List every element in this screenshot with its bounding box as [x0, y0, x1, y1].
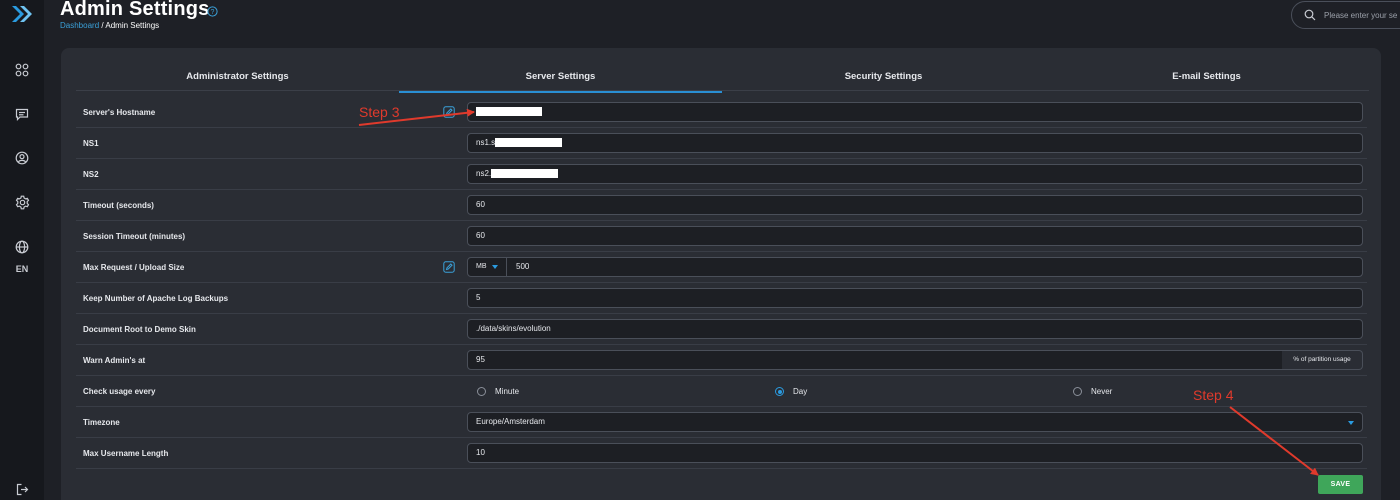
- setting-row-timezone: Timezone Europe/Amsterdam: [76, 407, 1367, 438]
- timezone-select[interactable]: Europe/Amsterdam: [467, 412, 1363, 432]
- chevron-down-icon: [1348, 421, 1354, 425]
- radio-circle-icon: [1073, 387, 1082, 396]
- message-icon[interactable]: [12, 104, 32, 124]
- logo-icon[interactable]: [10, 4, 34, 24]
- setting-row-ns2: NS2 ns2.: [76, 159, 1367, 190]
- setting-row-timeout: Timeout (seconds) 60: [76, 190, 1367, 221]
- settings-card: Administrator Settings Server Settings S…: [61, 48, 1381, 500]
- ns1-label: NS1: [83, 139, 99, 148]
- radio-selected-icon: [775, 387, 784, 396]
- logout-icon[interactable]: [12, 479, 32, 499]
- setting-row-max-upload: Max Request / Upload Size MB 500: [76, 252, 1367, 283]
- upload-unit-select[interactable]: MB: [467, 257, 507, 277]
- gear-icon[interactable]: [12, 192, 32, 212]
- help-icon[interactable]: ?: [207, 6, 218, 17]
- ns2-input[interactable]: ns2.: [467, 164, 1363, 184]
- hostname-input[interactable]: [467, 102, 1363, 122]
- apache-backups-input[interactable]: 5: [467, 288, 1363, 308]
- redacted-block: [495, 138, 563, 148]
- setting-row-apache-backups: Keep Number of Apache Log Backups 5: [76, 283, 1367, 314]
- ns2-label: NS2: [83, 170, 99, 179]
- radio-never-label: Never: [1091, 387, 1113, 396]
- language-label[interactable]: EN: [0, 264, 44, 274]
- setting-row-max-username: Max Username Length 10: [76, 438, 1367, 469]
- setting-row-hostname: Server's Hostname: [76, 97, 1367, 128]
- search-box[interactable]: [1291, 1, 1400, 29]
- warn-admin-suffix: % of partition usage: [1282, 350, 1363, 370]
- search-input[interactable]: [1324, 10, 1400, 20]
- setting-row-session-timeout: Session Timeout (minutes) 60: [76, 221, 1367, 252]
- step-4-annotation: Step 4: [1193, 387, 1234, 403]
- tab-administrator-settings[interactable]: Administrator Settings: [76, 66, 399, 91]
- user-circle-icon[interactable]: [12, 148, 32, 168]
- chevron-down-icon: [492, 265, 498, 269]
- timeout-label: Timeout (seconds): [83, 201, 154, 210]
- redacted-block: [491, 169, 559, 179]
- ns1-value: ns1.s: [476, 138, 496, 147]
- step-3-annotation: Step 3: [359, 104, 400, 120]
- apache-backups-label: Keep Number of Apache Log Backups: [83, 294, 229, 303]
- edit-icon[interactable]: [443, 106, 455, 118]
- sidebar: EN: [0, 0, 44, 500]
- timeout-input[interactable]: 60: [467, 195, 1363, 215]
- upload-unit-value: MB: [476, 263, 487, 270]
- session-timeout-label: Session Timeout (minutes): [83, 232, 186, 241]
- radio-day-label: Day: [793, 387, 808, 396]
- breadcrumb-dashboard-link[interactable]: Dashboard: [60, 21, 99, 30]
- tab-security-settings[interactable]: Security Settings: [722, 66, 1045, 91]
- warn-admin-label: Warn Admin's at: [83, 356, 146, 365]
- breadcrumb: Dashboard / Admin Settings: [60, 21, 159, 30]
- max-upload-input[interactable]: 500: [506, 257, 1363, 277]
- globe-icon[interactable]: [12, 237, 32, 257]
- demo-skin-label: Document Root to Demo Skin: [83, 325, 196, 334]
- search-icon: [1304, 9, 1316, 21]
- redacted-block: [476, 107, 542, 117]
- max-upload-label: Max Request / Upload Size: [83, 263, 185, 272]
- hostname-label: Server's Hostname: [83, 108, 156, 117]
- demo-skin-input[interactable]: ./data/skins/evolution: [467, 319, 1363, 339]
- svg-text:?: ?: [211, 9, 215, 16]
- radio-never[interactable]: Never: [1073, 376, 1112, 407]
- max-username-input[interactable]: 10: [467, 443, 1363, 463]
- radio-circle-icon: [477, 387, 486, 396]
- breadcrumb-current: Admin Settings: [105, 21, 160, 30]
- ns2-value: ns2.: [476, 169, 492, 178]
- setting-row-warn-admin: Warn Admin's at 95 % of partition usage: [76, 345, 1367, 376]
- timezone-value: Europe/Amsterdam: [476, 417, 545, 426]
- setting-row-ns1: NS1 ns1.s: [76, 128, 1367, 159]
- warn-admin-input[interactable]: 95: [467, 350, 1283, 370]
- ns1-input[interactable]: ns1.s: [467, 133, 1363, 153]
- settings-tabs: Administrator Settings Server Settings S…: [76, 66, 1369, 93]
- page-title: Admin Settings: [60, 0, 210, 20]
- check-usage-label: Check usage every: [83, 387, 156, 396]
- setting-row-check-usage: Check usage every Minute Day Never: [76, 376, 1367, 407]
- apps-grid-icon[interactable]: [12, 60, 32, 80]
- setting-row-demo-skin: Document Root to Demo Skin ./data/skins/…: [76, 314, 1367, 345]
- save-button[interactable]: SAVE: [1318, 475, 1363, 494]
- timezone-label: Timezone: [83, 418, 120, 427]
- session-timeout-input[interactable]: 60: [467, 226, 1363, 246]
- tab-server-settings[interactable]: Server Settings: [399, 66, 722, 93]
- max-username-label: Max Username Length: [83, 449, 169, 458]
- radio-minute[interactable]: Minute: [477, 376, 519, 407]
- radio-day[interactable]: Day: [775, 376, 807, 407]
- radio-minute-label: Minute: [495, 387, 520, 396]
- edit-icon[interactable]: [443, 261, 455, 273]
- tab-email-settings[interactable]: E-mail Settings: [1045, 66, 1368, 91]
